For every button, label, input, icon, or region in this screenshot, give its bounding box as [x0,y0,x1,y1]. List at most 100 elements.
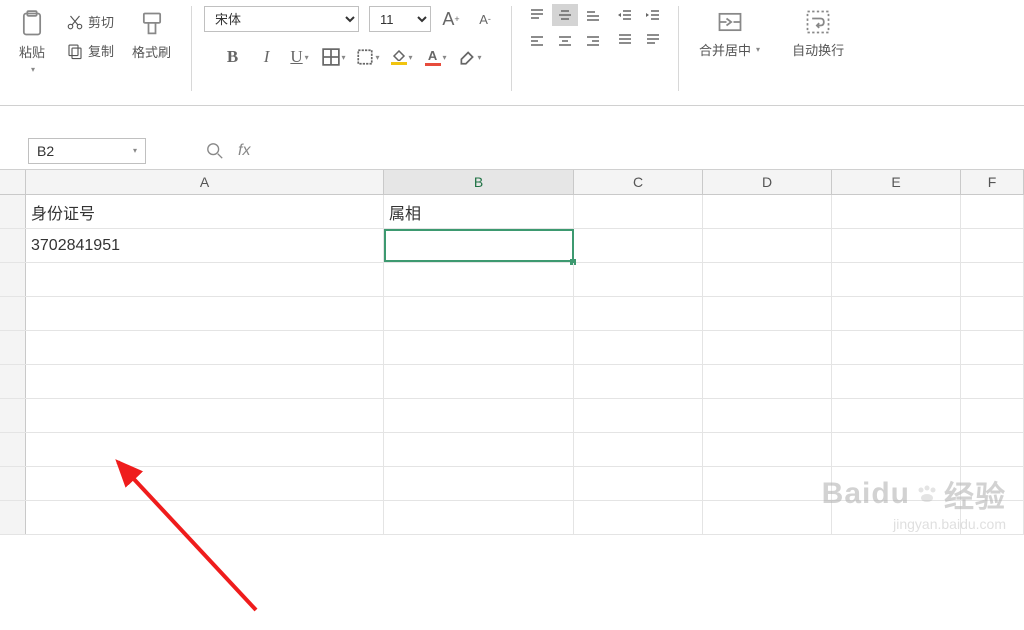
fx-icon[interactable]: fx [238,142,250,160]
cut-label: 剪切 [88,12,114,31]
copy-button[interactable]: 复制 [62,39,118,62]
table-row [0,399,1024,433]
table-row [0,365,1024,399]
table-row [0,331,1024,365]
row-head[interactable] [0,229,26,262]
copy-icon [66,42,84,60]
cut-button[interactable]: 剪切 [62,10,118,33]
zoom-icon[interactable] [206,142,224,160]
cut-icon [66,13,84,31]
table-row [0,501,1024,535]
cell[interactable] [961,229,1024,262]
align-top-icon [529,8,545,22]
col-head-a[interactable]: A [26,170,384,194]
merge-icon [716,8,744,36]
wrap-group: 自动换行 [776,4,860,94]
merge-cells-button[interactable]: 合并居中 ▾ [691,4,768,63]
cell[interactable] [832,195,961,228]
format-painter-icon [138,10,166,38]
format-painter-label: 格式刷 [132,42,171,61]
paste-icon [18,10,46,38]
row-head[interactable] [0,195,26,228]
alignment-group [516,4,674,94]
col-head-e[interactable]: E [832,170,961,194]
column-headers: A B C D E F [0,170,1024,195]
bucket-icon [392,50,406,61]
increase-indent-button[interactable] [640,4,666,26]
justify-button[interactable] [612,28,638,50]
col-head-f[interactable]: F [961,170,1024,194]
align-center-button[interactable] [552,30,578,52]
chevron-down-icon: ▾ [756,45,760,54]
font-size-select[interactable]: 11 [369,6,431,32]
decrease-indent-button[interactable] [612,4,638,26]
col-head-d[interactable]: D [703,170,832,194]
name-box-value: B2 [37,143,54,159]
table-row: 3702841951 [0,229,1024,263]
increase-font-button[interactable]: A+ [437,6,465,32]
cell[interactable] [832,229,961,262]
table-row [0,433,1024,467]
decrease-font-button[interactable]: A- [471,6,499,32]
underline-button[interactable]: U▾ [287,44,315,70]
borders-icon [322,48,340,66]
table-row: 身份证号 属相 [0,195,1024,229]
ribbon-toolbar: 粘贴 ▾ 剪切 复制 格式刷 宋体 [0,0,1024,106]
align-middle-button[interactable] [552,4,578,26]
clipboard-group: 粘贴 ▾ 剪切 复制 格式刷 [0,4,187,94]
distribute-button[interactable] [640,28,666,50]
separator [511,6,512,91]
copy-label: 复制 [88,41,114,60]
align-left-icon [529,34,545,48]
justify-icon [617,32,633,46]
italic-button[interactable]: I [253,44,281,70]
cell-b1[interactable]: 属相 [384,195,574,228]
paste-button[interactable]: 粘贴 ▾ [8,6,56,78]
align-bottom-button[interactable] [580,4,606,26]
fill-shape-button[interactable]: ▾ [355,44,383,70]
font-name-select[interactable]: 宋体 [204,6,359,32]
cell[interactable] [574,229,703,262]
fill-color-button[interactable]: ▾ [389,44,417,70]
increase-indent-icon [645,8,661,22]
clear-format-button[interactable]: ▾ [457,44,485,70]
underline-icon: U [290,47,302,67]
chevron-down-icon: ▾ [31,65,35,74]
format-painter-button[interactable]: 格式刷 [124,6,179,65]
formula-bar-row: B2 ▾ fx [0,132,1024,170]
align-top-button[interactable] [524,4,550,26]
cell-a2[interactable]: 3702841951 [26,229,384,262]
align-right-button[interactable] [580,30,606,52]
table-row [0,297,1024,331]
align-left-button[interactable] [524,30,550,52]
eraser-icon [458,48,476,66]
col-head-b[interactable]: B [384,170,574,194]
select-all-corner[interactable] [0,170,26,194]
font-group: 宋体 11 A+ A- B I U▾ ▾ ▾ ▾ [196,4,507,94]
cell[interactable] [961,195,1024,228]
cell[interactable] [703,229,832,262]
wrap-text-button[interactable]: 自动换行 [784,4,852,63]
fill-shape-icon [356,48,374,66]
cell-a1[interactable]: 身份证号 [26,195,384,228]
cell[interactable] [574,195,703,228]
col-head-c[interactable]: C [574,170,703,194]
wrap-label: 自动换行 [792,40,844,59]
align-middle-icon [557,8,573,22]
paste-label: 粘贴 [19,42,45,61]
separator [678,6,679,91]
decrease-indent-icon [617,8,633,22]
borders-button[interactable]: ▾ [321,44,349,70]
spreadsheet-grid: A B C D E F 身份证号 属相 3702841951 [0,170,1024,535]
bold-button[interactable]: B [219,44,247,70]
align-bottom-icon [585,8,601,22]
font-color-button[interactable]: A ▾ [423,44,451,70]
merge-label: 合并居中 [699,40,751,59]
table-row [0,467,1024,501]
chevron-down-icon: ▾ [133,146,137,155]
cell-b2[interactable] [384,229,574,262]
name-box[interactable]: B2 ▾ [28,138,146,164]
formula-bar-input[interactable] [264,139,864,163]
align-center-icon [557,34,573,48]
cell[interactable] [703,195,832,228]
